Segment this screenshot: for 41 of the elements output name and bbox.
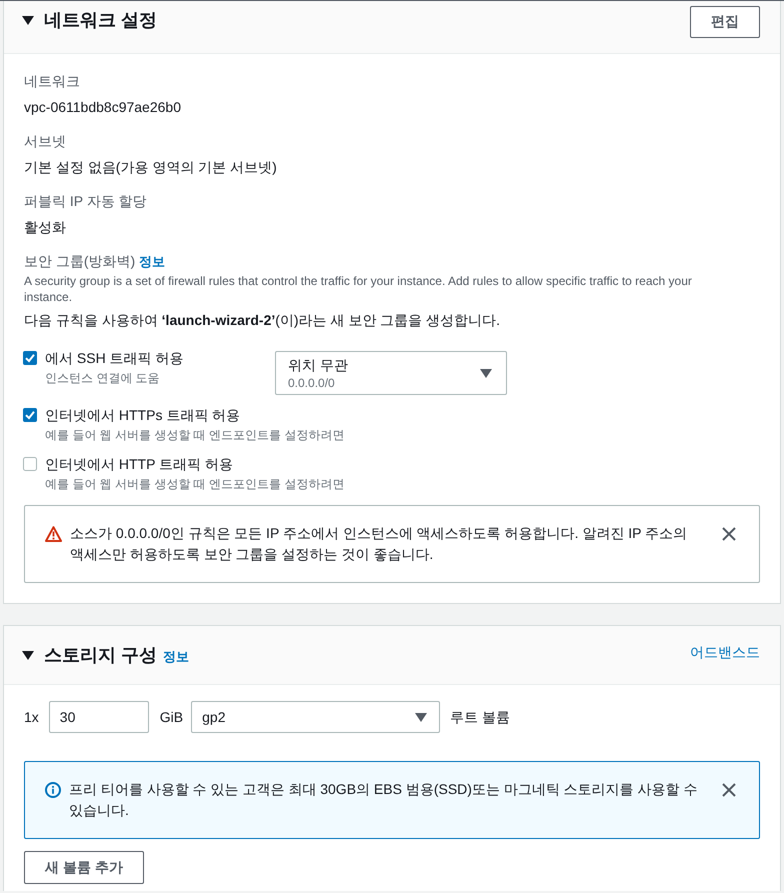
warning-icon bbox=[45, 526, 62, 542]
checkbox-label: 에서 SSH 트래픽 허용 bbox=[45, 349, 184, 368]
security-group-note: 다음 규칙을 사용하여 ‘launch-wizard-2’(이)라는 새 보안 그룹을 생성합니다. bbox=[24, 311, 502, 330]
field-label: 네트워크 bbox=[24, 72, 81, 91]
checkbox-label: 인터넷에서 HTTP 트래픽 허용 bbox=[45, 455, 234, 474]
edit-button[interactable]: 편집 bbox=[690, 6, 760, 38]
alert-message: 프리 티어를 사용할 수 있는 고객은 최대 30GB의 EBS 범용(SSD)또는 마그네틱 스토리지를 사용할 수 있습니다. bbox=[69, 780, 698, 820]
advanced-link[interactable]: 어드밴스드 bbox=[690, 643, 760, 661]
checkbox-hint: 예를 들어 웹 서버를 생성할 때 엔드포인트를 설정하려면 bbox=[45, 427, 344, 444]
info-link[interactable]: 정보 bbox=[139, 253, 166, 271]
source-select[interactable]: 위치 무관 0.0.0.0/0 bbox=[275, 351, 507, 395]
alert-message: 소스가 0.0.0.0/0인 규칙은 모든 IP 주소에서 인스턴스에 액세스하도록 허용합니다. 알려진 IP 주소의 액세스만 허용하도록 보안 그룹을 설정하는 것이 좋습니다. bbox=[70, 524, 688, 564]
volume-count: 1x bbox=[24, 708, 39, 727]
volume-type-select[interactable]: gp2 bbox=[191, 701, 440, 733]
info-icon bbox=[45, 782, 61, 798]
field-description: A security group is a set of firewall rules that control the traffic for your instance. Add rules to allow specific traffic to reach your instance. bbox=[24, 273, 693, 305]
checkbox-hint: 인스턴스 연결에 도움 bbox=[45, 370, 161, 387]
field-value: 기본 설정 없음(가용 영역의 기본 서브넷) bbox=[24, 158, 278, 177]
dropdown-caret-icon bbox=[415, 712, 428, 722]
size-unit: GiB bbox=[160, 708, 184, 727]
caret-icon[interactable] bbox=[22, 14, 34, 26]
dropdown-caret-icon bbox=[480, 368, 492, 378]
checkbox[interactable] bbox=[23, 457, 37, 471]
close-icon[interactable] bbox=[722, 783, 736, 797]
checkbox[interactable] bbox=[23, 351, 37, 365]
volume-label: 루트 볼륨 bbox=[450, 708, 510, 727]
section-title: 네트워크 설정 bbox=[44, 9, 158, 32]
checkbox-hint: 예를 들어 웹 서버를 생성할 때 엔드포인트를 설정하려면 bbox=[45, 476, 344, 493]
checkbox[interactable] bbox=[23, 408, 37, 422]
add-volume-button[interactable]: 새 볼륨 추가 bbox=[24, 851, 144, 884]
field-value: 활성화 bbox=[24, 218, 67, 237]
info-link[interactable]: 정보 bbox=[163, 648, 190, 666]
field-value: vpc-0611bdb8c97ae26b0 bbox=[24, 98, 182, 117]
close-icon[interactable] bbox=[722, 527, 736, 541]
volume-size-field[interactable]: 30 bbox=[48, 701, 149, 733]
caret-icon[interactable] bbox=[22, 649, 34, 661]
field-label: 서브넷 bbox=[24, 132, 67, 151]
field-label: 보안 그룹(방화벽) bbox=[24, 252, 136, 271]
field-label: 퍼블릭 IP 자동 할당 bbox=[24, 192, 148, 211]
section-title: 스토리지 구성 bbox=[44, 644, 158, 667]
checkbox-label: 인터넷에서 HTTPs 트래픽 허용 bbox=[45, 406, 242, 425]
